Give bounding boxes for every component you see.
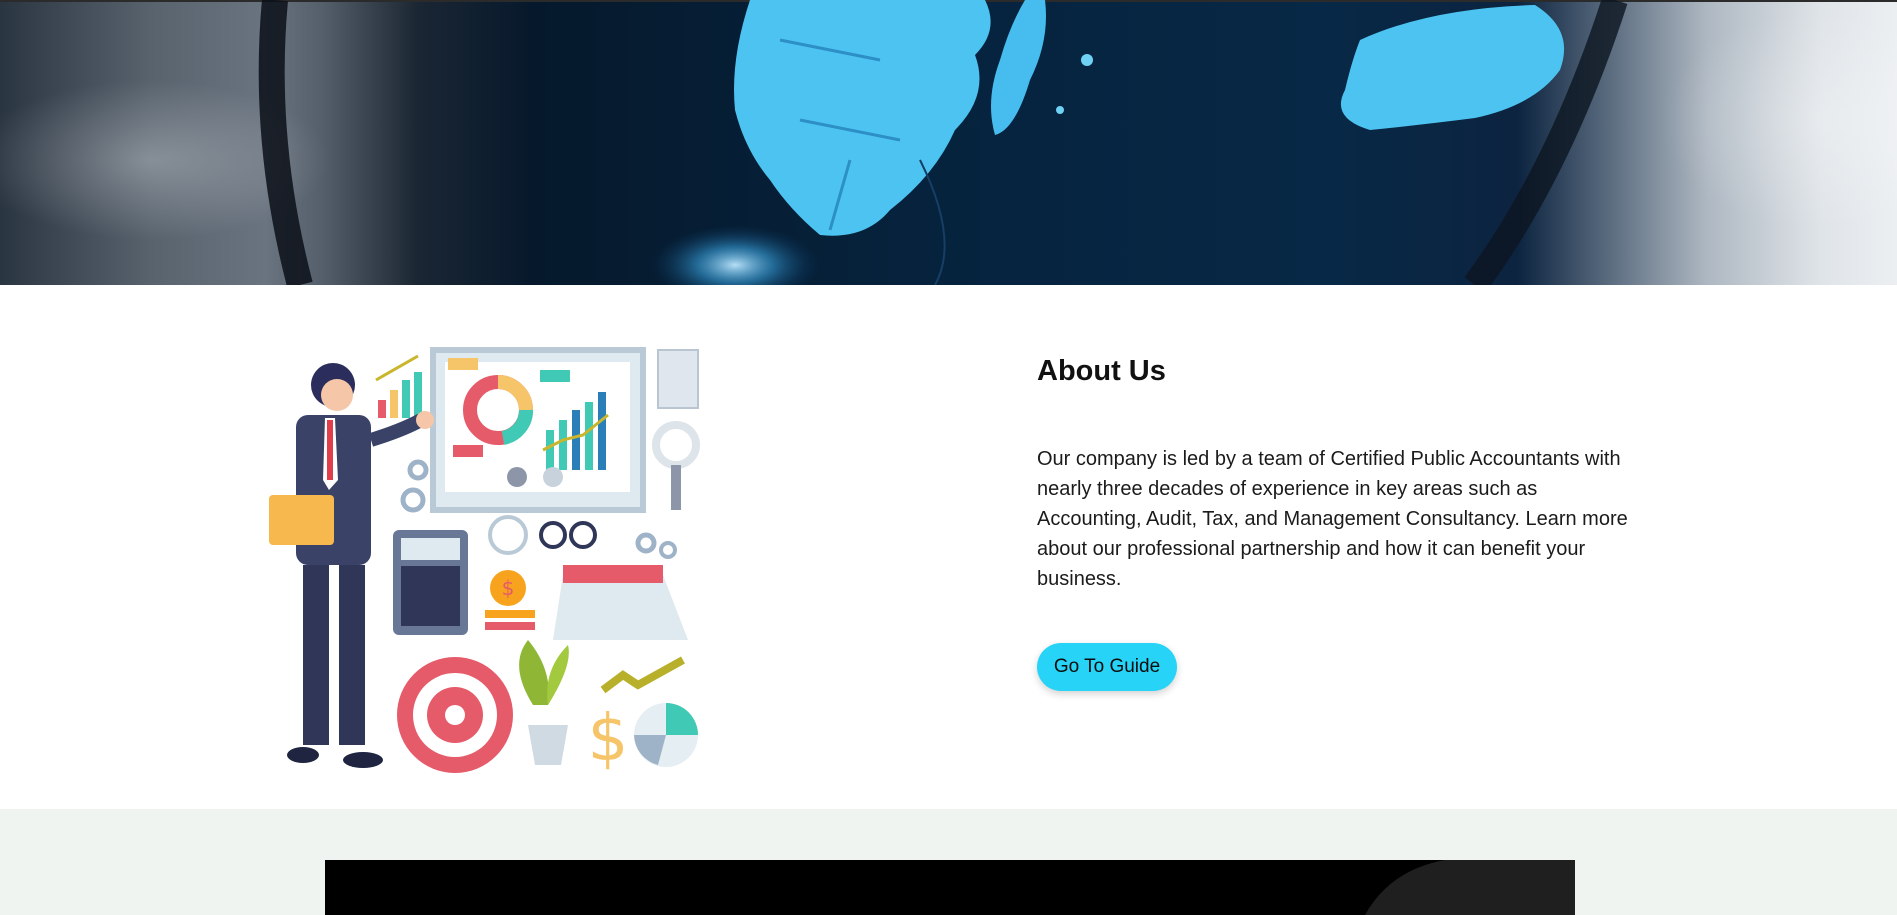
about-description: Our company is led by a team of Certifie…	[1037, 448, 1628, 590]
go-to-guide-button[interactable]: Go To Guide	[1037, 643, 1177, 691]
video-thumbnail-shape	[1365, 860, 1575, 915]
accountant-illustration: $ $	[269, 347, 700, 776]
hero-globe-image	[0, 0, 1897, 285]
about-title: About Us	[1037, 355, 1166, 387]
video-player[interactable]	[325, 860, 1575, 915]
svg-text:$: $	[502, 576, 515, 600]
hero-banner	[0, 0, 1897, 285]
svg-text:$: $	[588, 702, 629, 776]
